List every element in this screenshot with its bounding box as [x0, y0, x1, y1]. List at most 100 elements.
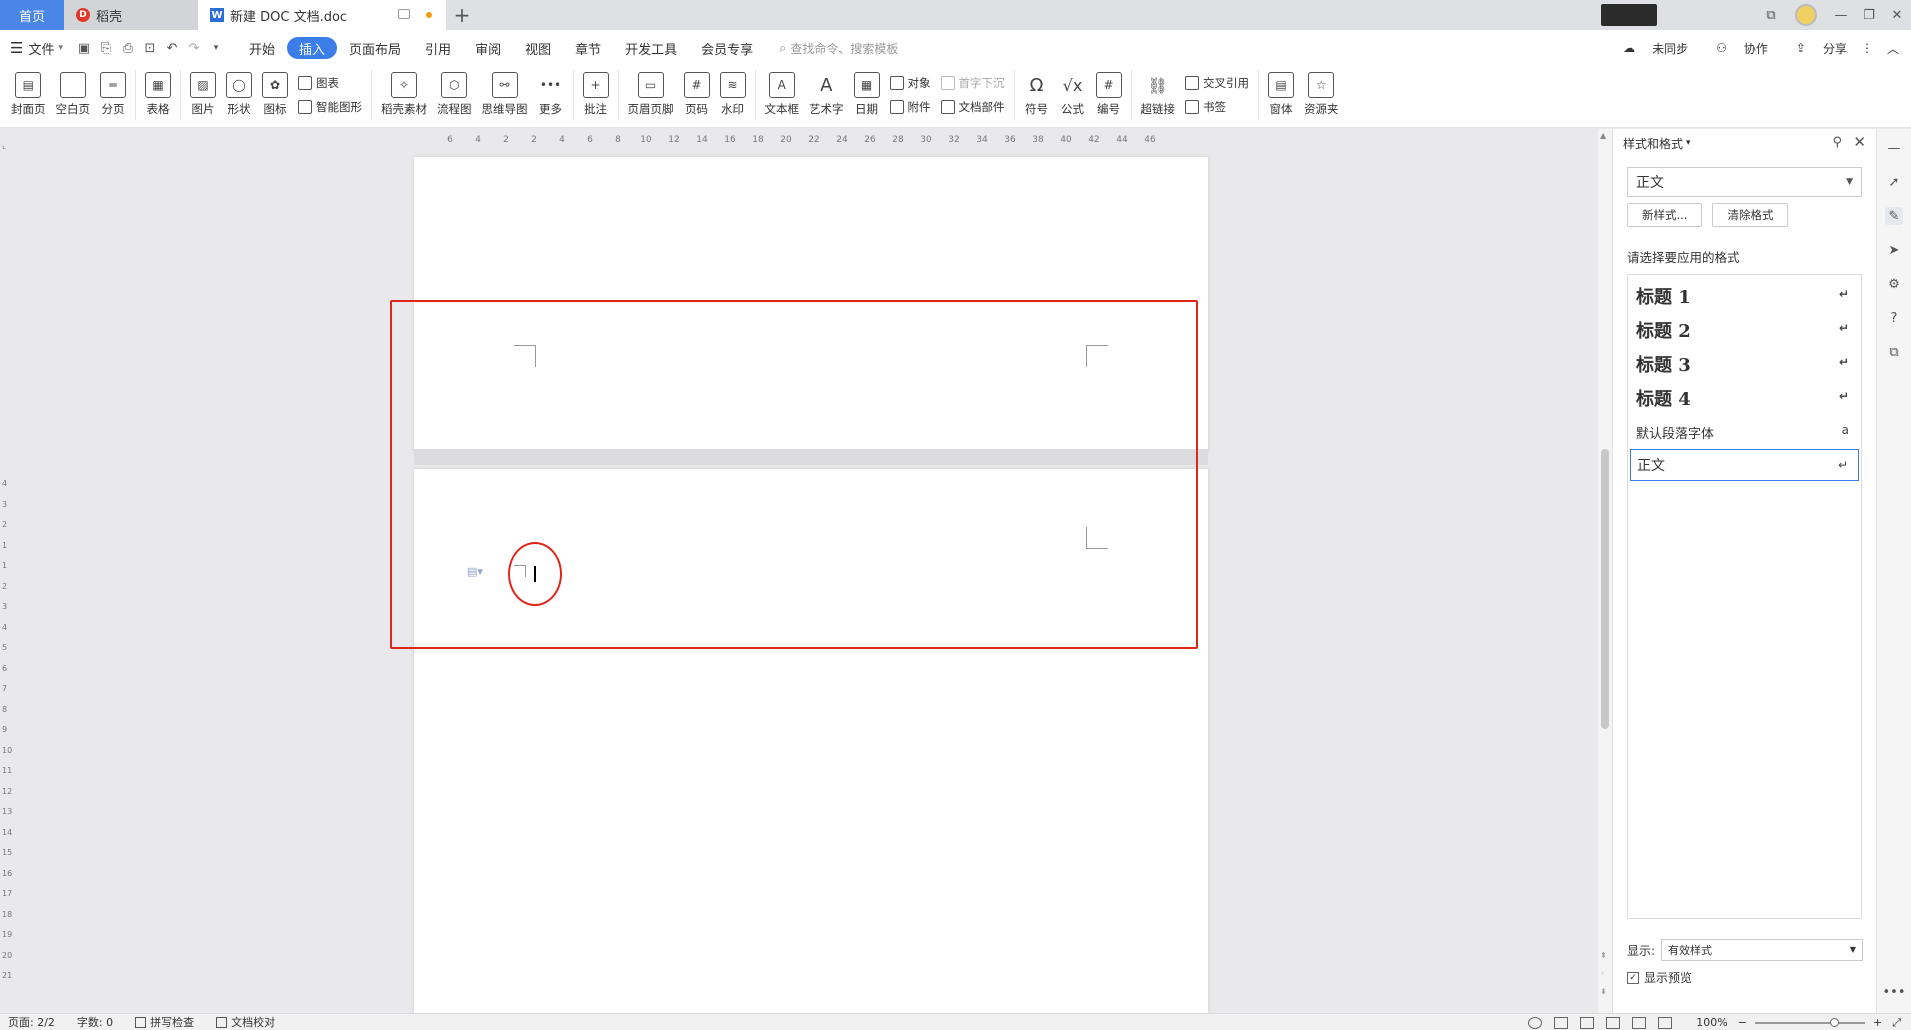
- smartart-button[interactable]: 智能图形: [298, 95, 362, 119]
- style-item-heading-1[interactable]: 标题 1 ↵: [1630, 279, 1859, 313]
- print-preview-icon[interactable]: ⊡: [139, 37, 161, 59]
- horizontal-ruler[interactable]: 6 4 2 2 4 6 8 10 12 14 16 18 20 22 24 26 28 30 32 34 36 38 40 4…: [414, 129, 1210, 151]
- doc-proof-button[interactable]: 文档校对: [216, 1014, 275, 1030]
- style-item-heading-3[interactable]: 标题 3 ↵: [1630, 347, 1859, 381]
- zoom-out-icon[interactable]: −: [1738, 1016, 1747, 1029]
- blank-page-button[interactable]: 空白页: [51, 66, 96, 124]
- daoke-material-button[interactable]: ✧ 稻壳素材: [376, 66, 432, 124]
- symbol-button[interactable]: Ω 符号: [1019, 66, 1055, 124]
- style-item-body[interactable]: 正文 ↵: [1630, 449, 1859, 481]
- scroll-up-icon[interactable]: ▲: [1600, 131, 1606, 140]
- zoom-slider-knob[interactable]: [1829, 1017, 1839, 1027]
- chevron-down-icon[interactable]: ▾: [1686, 138, 1691, 148]
- tab-daoke[interactable]: D 稻壳: [64, 0, 198, 30]
- backup-icon[interactable]: ⧉: [1885, 343, 1903, 361]
- scrollbar-thumb[interactable]: [1601, 449, 1609, 729]
- show-preview-option[interactable]: ✓ 显示预览: [1627, 969, 1692, 986]
- shape-button[interactable]: ◯ 形状: [221, 66, 257, 124]
- reading-view-icon[interactable]: [1606, 1016, 1621, 1029]
- numbering-button[interactable]: # 编号: [1091, 66, 1127, 124]
- document-work-area[interactable]: ⌞ 6 4 2 2 4 6 8 10 12 14 16 18 20 22 24 26 28 30 32 34 36 38 4…: [0, 129, 1598, 1013]
- eye-protect-icon[interactable]: [1528, 1016, 1543, 1029]
- rocket-icon[interactable]: ➚: [1885, 173, 1903, 191]
- menu-item-member[interactable]: 会员专享: [689, 37, 765, 59]
- sync-button[interactable]: ☁ 未同步: [1609, 40, 1688, 57]
- customize-icon[interactable]: ▾: [205, 37, 227, 59]
- menu-item-section[interactable]: 章节: [563, 37, 613, 59]
- zoom-in-icon[interactable]: +: [1873, 1016, 1882, 1029]
- layout-icon[interactable]: ⧉: [1757, 0, 1785, 30]
- menu-item-view[interactable]: 视图: [513, 37, 563, 59]
- clear-format-button[interactable]: 清除格式: [1712, 203, 1789, 227]
- minimize-icon[interactable]: —: [1827, 0, 1855, 30]
- watermark-button[interactable]: ≋ 水印: [715, 66, 751, 124]
- page-view-icon[interactable]: [1554, 1016, 1569, 1029]
- tab-document[interactable]: W 新建 DOC 文档.doc: [198, 0, 446, 30]
- resources-button[interactable]: ☆ 资源夹: [1299, 66, 1344, 124]
- picture-button[interactable]: ▨ 图片: [185, 66, 221, 124]
- zoom-level[interactable]: 100%: [1696, 1016, 1727, 1029]
- more-button[interactable]: ••• 更多: [533, 66, 569, 124]
- tab-home[interactable]: 首页: [0, 0, 64, 30]
- menu-item-review[interactable]: 审阅: [463, 37, 513, 59]
- close-icon[interactable]: ✕: [1883, 0, 1911, 30]
- style-item-default-font[interactable]: 默认段落字体 a: [1630, 415, 1859, 449]
- hyperlink-button[interactable]: ⛓ 超链接: [1136, 66, 1181, 124]
- select-browse-icon[interactable]: ◦: [1600, 969, 1605, 978]
- crossref-button[interactable]: 交叉引用: [1185, 71, 1249, 95]
- object-button[interactable]: 对象: [889, 71, 931, 95]
- show-preview-checkbox[interactable]: ✓: [1627, 971, 1639, 984]
- comment-button[interactable]: + 批注: [578, 66, 614, 124]
- dropcap-button[interactable]: 首字下沉: [940, 71, 1005, 95]
- menu-item-insert[interactable]: 插入: [287, 37, 338, 59]
- undo-icon[interactable]: ↶: [161, 37, 183, 59]
- style-item-heading-2[interactable]: 标题 2 ↵: [1630, 313, 1859, 347]
- flowchart-button[interactable]: ⬡ 流程图: [432, 66, 477, 124]
- collapse-icon[interactable]: —: [1885, 139, 1903, 157]
- account-badge[interactable]: [1601, 4, 1657, 26]
- share-button[interactable]: ⇪ 分享: [1782, 40, 1847, 57]
- write-view-icon[interactable]: [1658, 1016, 1673, 1029]
- settings-sliders-icon[interactable]: ⚙: [1885, 275, 1903, 293]
- fullscreen-icon[interactable]: ⤢: [1892, 1016, 1901, 1030]
- page-break-button[interactable]: ═ 分页: [95, 66, 131, 124]
- icon-button[interactable]: ✿ 图标: [257, 66, 293, 124]
- styles-pane-title[interactable]: 样式和格式: [1623, 135, 1683, 152]
- help-icon[interactable]: ?: [1885, 309, 1903, 327]
- docparts-button[interactable]: 文档部件: [940, 95, 1005, 119]
- avatar[interactable]: [1795, 4, 1817, 26]
- form-button[interactable]: ▤ 窗体: [1263, 66, 1299, 124]
- mindmap-button[interactable]: ⚯ 思维导图: [477, 66, 533, 124]
- pen-style-icon[interactable]: ✎: [1885, 207, 1903, 225]
- collab-button[interactable]: ⚇ 协作: [1702, 40, 1768, 57]
- more-dots-icon[interactable]: •••: [1883, 983, 1906, 1001]
- more-icon[interactable]: ⋮: [1861, 41, 1873, 55]
- textbox-button[interactable]: A 文本框: [760, 66, 805, 124]
- table-button[interactable]: ▦ 表格: [140, 66, 176, 124]
- page-number-button[interactable]: # 页码: [679, 66, 715, 124]
- vertical-ruler[interactable]: 4 3 2 1 1 2 3 4 5 6 7 8 9 10 11 12 13 14 15 16 17 18 19 20 21: [0, 151, 14, 1013]
- attachment-button[interactable]: 附件: [889, 95, 931, 119]
- print-icon[interactable]: ⎙: [117, 37, 139, 59]
- date-button[interactable]: ▦ 日期: [849, 66, 885, 124]
- formula-button[interactable]: √x 公式: [1055, 66, 1091, 124]
- export-icon[interactable]: ⎘: [95, 37, 117, 59]
- save-icon[interactable]: ▣: [73, 37, 95, 59]
- next-page-icon[interactable]: ⇟: [1600, 987, 1607, 996]
- web-view-icon[interactable]: [1632, 1016, 1647, 1029]
- wordart-button[interactable]: A 艺术字: [804, 66, 849, 124]
- redo-icon[interactable]: ↷: [183, 37, 205, 59]
- current-style-select[interactable]: 正文 ▼: [1627, 167, 1862, 197]
- tab-screen-icon[interactable]: [398, 9, 410, 19]
- bookmark-button[interactable]: 书签: [1185, 95, 1249, 119]
- zoom-slider[interactable]: [1754, 1017, 1865, 1027]
- spell-check-button[interactable]: 拼写检查: [135, 1014, 194, 1030]
- cover-page-button[interactable]: ▤ 封面页: [6, 66, 51, 124]
- header-footer-button[interactable]: ▭ 页眉页脚: [623, 66, 679, 124]
- menu-item-references[interactable]: 引用: [413, 37, 463, 59]
- close-icon[interactable]: ✕: [1853, 133, 1866, 151]
- vertical-scrollbar[interactable]: ▲ ⇞ ◦ ⇟: [1598, 129, 1612, 1013]
- pin-icon[interactable]: ⚲: [1832, 135, 1842, 150]
- show-filter-select[interactable]: 有效样式 ▼: [1661, 939, 1864, 961]
- word-count[interactable]: 字数: 0: [77, 1014, 113, 1030]
